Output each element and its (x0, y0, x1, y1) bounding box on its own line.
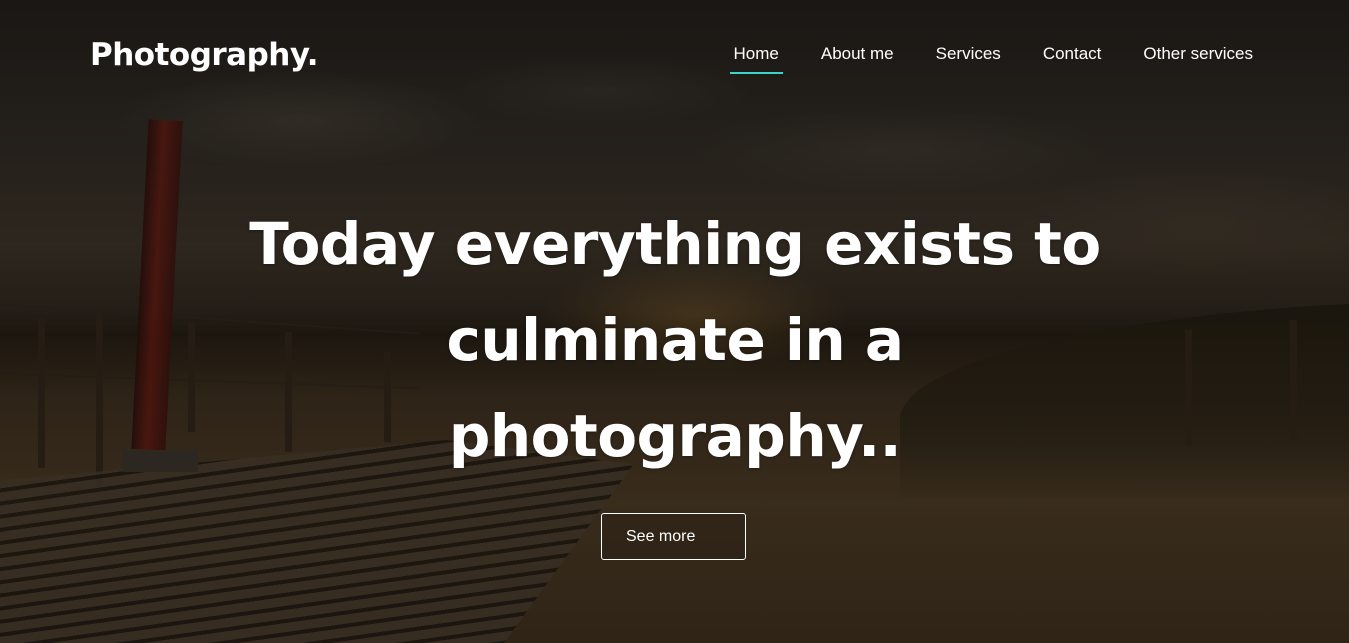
main-nav: Home About me Services Contact Other ser… (729, 44, 1253, 74)
site-logo[interactable]: Photography. (90, 37, 319, 73)
hero-headline-line: photography.. (448, 402, 902, 470)
nav-item-contact[interactable]: Contact (1043, 44, 1102, 74)
hero-section: Photography. Home About me Services Cont… (0, 0, 1349, 643)
nav-item-other-services[interactable]: Other services (1143, 44, 1253, 74)
hero-headline-line: culminate in a (446, 306, 904, 374)
nav-item-about-me[interactable]: About me (821, 44, 894, 74)
hero-headline: Today everything exists to culminate in … (200, 196, 1150, 484)
see-more-button[interactable]: See more (601, 513, 746, 560)
nav-item-services[interactable]: Services (936, 44, 1001, 74)
nav-item-home[interactable]: Home (729, 44, 784, 74)
hero-headline-line: Today everything exists to (249, 210, 1101, 278)
